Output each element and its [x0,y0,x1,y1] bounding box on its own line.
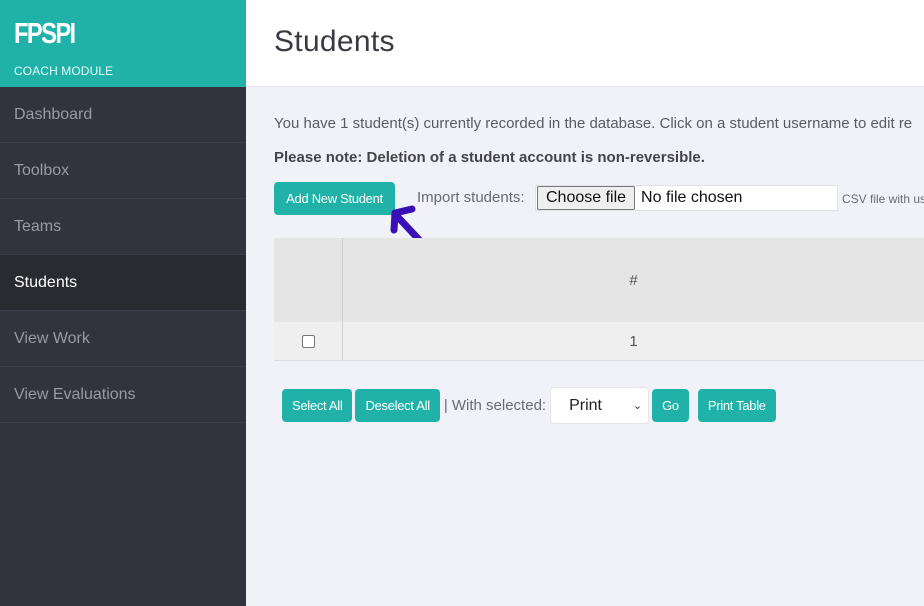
bulk-action-value: Print [569,396,602,414]
select-all-button[interactable]: Select All [282,389,353,422]
print-table-button[interactable]: Print Table [697,389,776,422]
sidebar: FPSPI COACH MODULE Dashboard Toolbox Tea… [0,0,246,606]
page-title: Students [274,25,395,58]
row-number: 1 [629,332,638,350]
deletion-note: Please note: Deletion of a student accou… [274,149,705,166]
sidebar-item-view-evaluations[interactable]: View Evaluations [0,367,246,423]
page-header: Students [246,0,924,87]
brand-logo[interactable]: FPSPI [14,18,193,50]
bulk-actions-bar: Select All Deselect All | With selected:… [282,387,776,424]
table-header: # [274,238,924,322]
header-check-cell [274,238,343,322]
column-header-number[interactable]: # [343,238,924,322]
info-text: You have 1 student(s) currently recorded… [274,115,913,132]
sidebar-item-students[interactable]: Students [0,255,246,311]
row-checkbox[interactable] [301,334,315,348]
brand-subtitle: COACH MODULE [14,64,114,78]
go-button[interactable]: Go [652,389,689,422]
table-row: 1 [274,322,924,361]
choose-file-button[interactable]: Choose file [537,186,636,210]
sidebar-item-teams[interactable]: Teams [0,199,246,255]
sidebar-item-toolbox[interactable]: Toolbox [0,143,246,199]
sidebar-nav: Dashboard Toolbox Teams Students View Wo… [0,87,246,423]
add-new-student-button[interactable]: Add New Student [274,182,395,215]
sidebar-item-dashboard[interactable]: Dashboard [0,87,246,143]
chevron-down-icon: ⌄ [632,400,643,412]
sidebar-item-view-work[interactable]: View Work [0,311,246,367]
students-table: # 1 [274,238,924,361]
import-file-input[interactable]: Choose file No file chosen [535,185,838,211]
bulk-action-select[interactable]: Print ⌄ [550,387,650,424]
row-check-cell [274,322,343,360]
deselect-all-button[interactable]: Deselect All [355,389,440,422]
file-status: No file chosen [641,189,743,206]
with-selected-label: | With selected: [443,397,547,414]
brand-header: FPSPI COACH MODULE [0,0,246,87]
csv-hint: CSV file with us [842,192,924,206]
